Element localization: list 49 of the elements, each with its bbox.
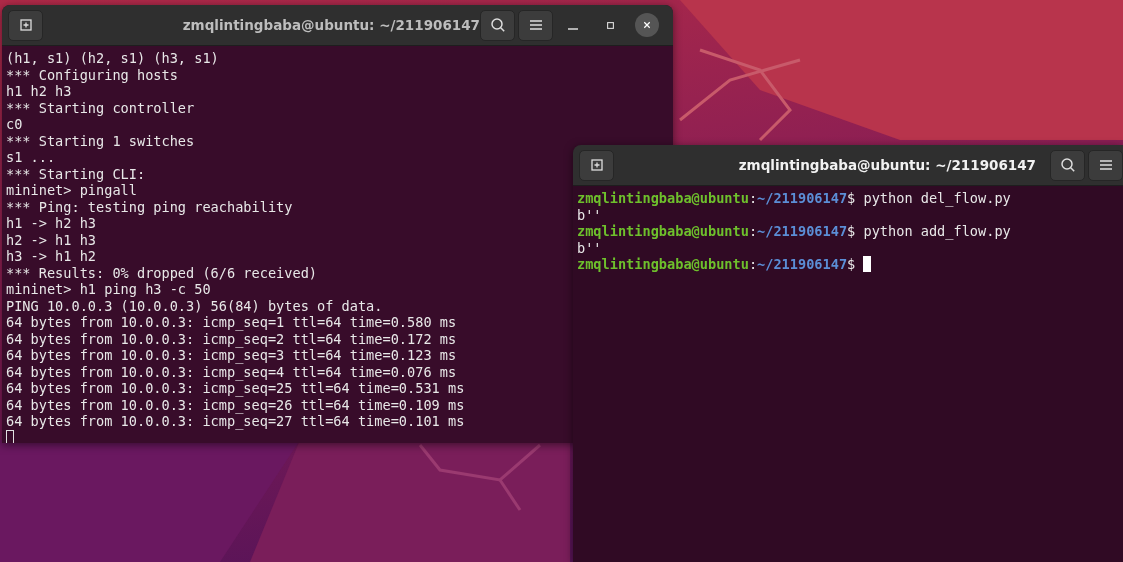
terminal-text: b''	[577, 239, 602, 256]
new-tab-button[interactable]	[579, 149, 614, 181]
window-title: zmqlintingbaba@ubuntu: ~/211906147	[738, 157, 1036, 173]
prompt-path: ~/211906147	[757, 223, 848, 240]
terminal-text: mininet> h1 ping h3 -c 50	[6, 281, 211, 298]
terminal-text: :	[748, 256, 758, 273]
terminal-text: 64 bytes from 10.0.0.3: icmp_seq=3 ttl=64 time=0.123 ms	[6, 347, 457, 364]
terminal-text: *** Starting 1 switches	[6, 132, 195, 149]
terminal-text: :	[748, 190, 758, 207]
terminal-text: mininet> pingall	[6, 182, 137, 199]
terminal-text: PING 10.0.0.3 (10.0.0.3) 56(84) bytes of data.	[6, 297, 383, 314]
search-icon	[1058, 156, 1077, 174]
prompt-user: zmqlintingbaba@ubuntu	[577, 223, 749, 240]
terminal-text: *** Starting CLI:	[6, 165, 146, 182]
terminal-text: h1 -> h2 h3	[6, 215, 97, 232]
terminal-text: s1 ...	[6, 149, 56, 166]
prompt-path: ~/211906147	[757, 256, 848, 273]
terminal-text: h1 h2 h3	[6, 83, 72, 100]
menu-button[interactable]	[518, 9, 553, 41]
terminal-text: (h1, s1) (h2, s1) (h3, s1)	[6, 50, 219, 67]
terminal-text: 64 bytes from 10.0.0.3: icmp_seq=2 ttl=64 time=0.172 ms	[6, 330, 457, 347]
search-button[interactable]	[1050, 149, 1085, 181]
prompt-user: zmqlintingbaba@ubuntu	[577, 256, 749, 273]
terminal-text: 64 bytes from 10.0.0.3: icmp_seq=25 ttl=64 time=0.531 ms	[6, 380, 465, 397]
window-title: zmqlintingbaba@ubuntu: ~/211906147	[182, 17, 480, 33]
terminal-text: h2 -> h1 h3	[6, 231, 97, 248]
terminal-text: c0	[6, 116, 23, 133]
prompt-user: zmqlintingbaba@ubuntu	[577, 190, 749, 207]
search-button[interactable]	[480, 9, 515, 41]
search-icon	[488, 16, 507, 34]
terminal-text: 64 bytes from 10.0.0.3: icmp_seq=26 ttl=64 time=0.109 ms	[6, 396, 465, 413]
terminal-text: *** Ping: testing ping reachability	[6, 198, 293, 215]
terminal-text: 64 bytes from 10.0.0.3: icmp_seq=4 ttl=64 time=0.076 ms	[6, 363, 457, 380]
terminal-text: *** Results: 0% dropped (6/6 received)	[6, 264, 317, 281]
terminal-text: $ python del_flow.py	[847, 190, 1011, 207]
terminal-text: $ python add_flow.py	[847, 223, 1011, 240]
terminal-text: h3 -> h1 h2	[6, 248, 97, 265]
terminal-text: 64 bytes from 10.0.0.3: icmp_seq=1 ttl=64 time=0.580 ms	[6, 314, 457, 331]
new-tab-button[interactable]	[8, 9, 43, 41]
minimize-icon	[568, 28, 578, 30]
prompt-path: ~/211906147	[757, 190, 848, 207]
terminal-text: $	[847, 256, 857, 273]
close-button[interactable]	[635, 13, 659, 37]
terminal-text: :	[748, 223, 758, 240]
terminal-text: *** Configuring hosts	[6, 66, 178, 83]
terminal-text: b''	[577, 206, 602, 223]
menu-button[interactable]	[1088, 149, 1123, 181]
terminal-text: 64 bytes from 10.0.0.3: icmp_seq=27 ttl=64 time=0.101 ms	[6, 413, 465, 430]
terminal-text: *** Starting controller	[6, 99, 195, 116]
